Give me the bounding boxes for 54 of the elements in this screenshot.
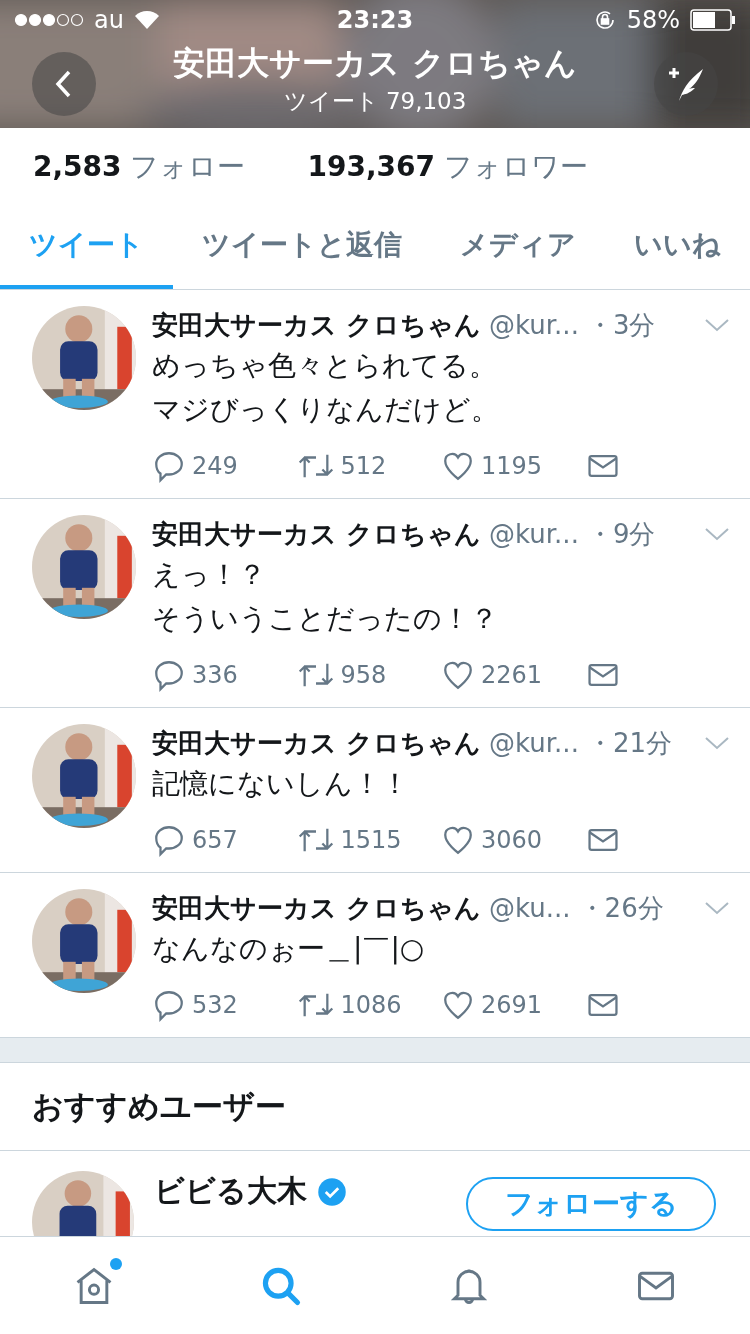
author-handle: @kur...	[489, 728, 579, 758]
tweet[interactable]: 安田大サーカス クロちゃん @kur... ・3分 めっちゃ色々とられてる。 マジびっくりなんだけど。 249 512 1195	[0, 290, 750, 499]
reply-count: 336	[192, 661, 238, 689]
tweet-text: そういうことだったの！？	[152, 601, 499, 637]
tweet-count: ツイート 79,103	[283, 86, 467, 116]
reply-count: 249	[192, 452, 238, 480]
signal-icon	[14, 13, 84, 27]
tweet[interactable]: 安田大サーカス クロちゃん @ku... ・26分 なんなのぉー＿|￣|○ 532 1086 2691	[0, 873, 750, 1038]
tweet-text: 記憶にないしん！！	[152, 766, 410, 802]
reply-count: 657	[192, 826, 238, 854]
tweet-text: めっちゃ色々とられてる。	[152, 348, 498, 384]
like-count: 3060	[481, 826, 543, 854]
tweet-time: ・9分	[586, 517, 656, 551]
author-name: 安田大サーカス クロちゃん	[152, 308, 482, 342]
notification-dot	[109, 1257, 122, 1270]
tweet-time: ・21分	[586, 726, 672, 760]
author-handle: @kur...	[489, 519, 579, 549]
profile-tab[interactable]: いいね	[605, 205, 750, 289]
retweet-count: 1515	[340, 826, 402, 854]
reply-icon[interactable]	[152, 823, 186, 857]
tweet-time: ・3分	[586, 308, 656, 342]
tweet-text: えっ！？	[152, 557, 267, 593]
profile-name: 安田大サーカス クロちゃん	[173, 42, 577, 84]
clock-text: 23:23	[336, 6, 414, 34]
battery-text: 58%	[626, 6, 680, 34]
retweet-count: 512	[340, 452, 387, 480]
carrier-text: au	[94, 6, 124, 34]
reply-icon[interactable]	[152, 449, 186, 483]
tweet[interactable]: 安田大サーカス クロちゃん @kur... ・9分 えっ！？ そういうことだったの！？ 336 958 2261	[0, 499, 750, 708]
tweet-text: マジびっくりなんだけど。	[152, 392, 500, 428]
author-handle: @ku...	[489, 893, 571, 923]
like-count: 2691	[481, 991, 543, 1019]
like-count: 1195	[481, 452, 543, 480]
tweet-time: ・26分	[578, 891, 664, 925]
author-name: 安田大サーカス クロちゃん	[152, 891, 482, 925]
profile-tab[interactable]: ツイートと返信	[173, 205, 431, 289]
retweet-count: 1086	[340, 991, 402, 1019]
user-name: ビビる大木	[154, 1172, 307, 1210]
reply-icon[interactable]	[152, 658, 186, 692]
tweet-text: なんなのぉー＿|￣|○	[152, 931, 426, 967]
battery-icon	[690, 9, 736, 31]
reply-count: 532	[192, 991, 238, 1019]
follow-stat[interactable]: 193,367 フォロワー	[307, 147, 588, 186]
like-count: 2261	[481, 661, 543, 689]
author-name: 安田大サーカス クロちゃん	[152, 726, 482, 760]
follow-stat[interactable]: 2,583 フォロー	[33, 147, 246, 186]
profile-tab[interactable]: メディア	[431, 205, 605, 289]
wifi-icon	[133, 10, 160, 30]
retweet-count: 958	[340, 661, 387, 689]
author-handle: @kur...	[489, 310, 579, 340]
tweet[interactable]: 安田大サーカス クロちゃん @kur... ・21分 記憶にないしん！！ 657 1515 3060	[0, 708, 750, 873]
reply-icon[interactable]	[152, 988, 186, 1022]
author-name: 安田大サーカス クロちゃん	[152, 517, 482, 551]
section-title: おすすめユーザー	[32, 1086, 286, 1126]
